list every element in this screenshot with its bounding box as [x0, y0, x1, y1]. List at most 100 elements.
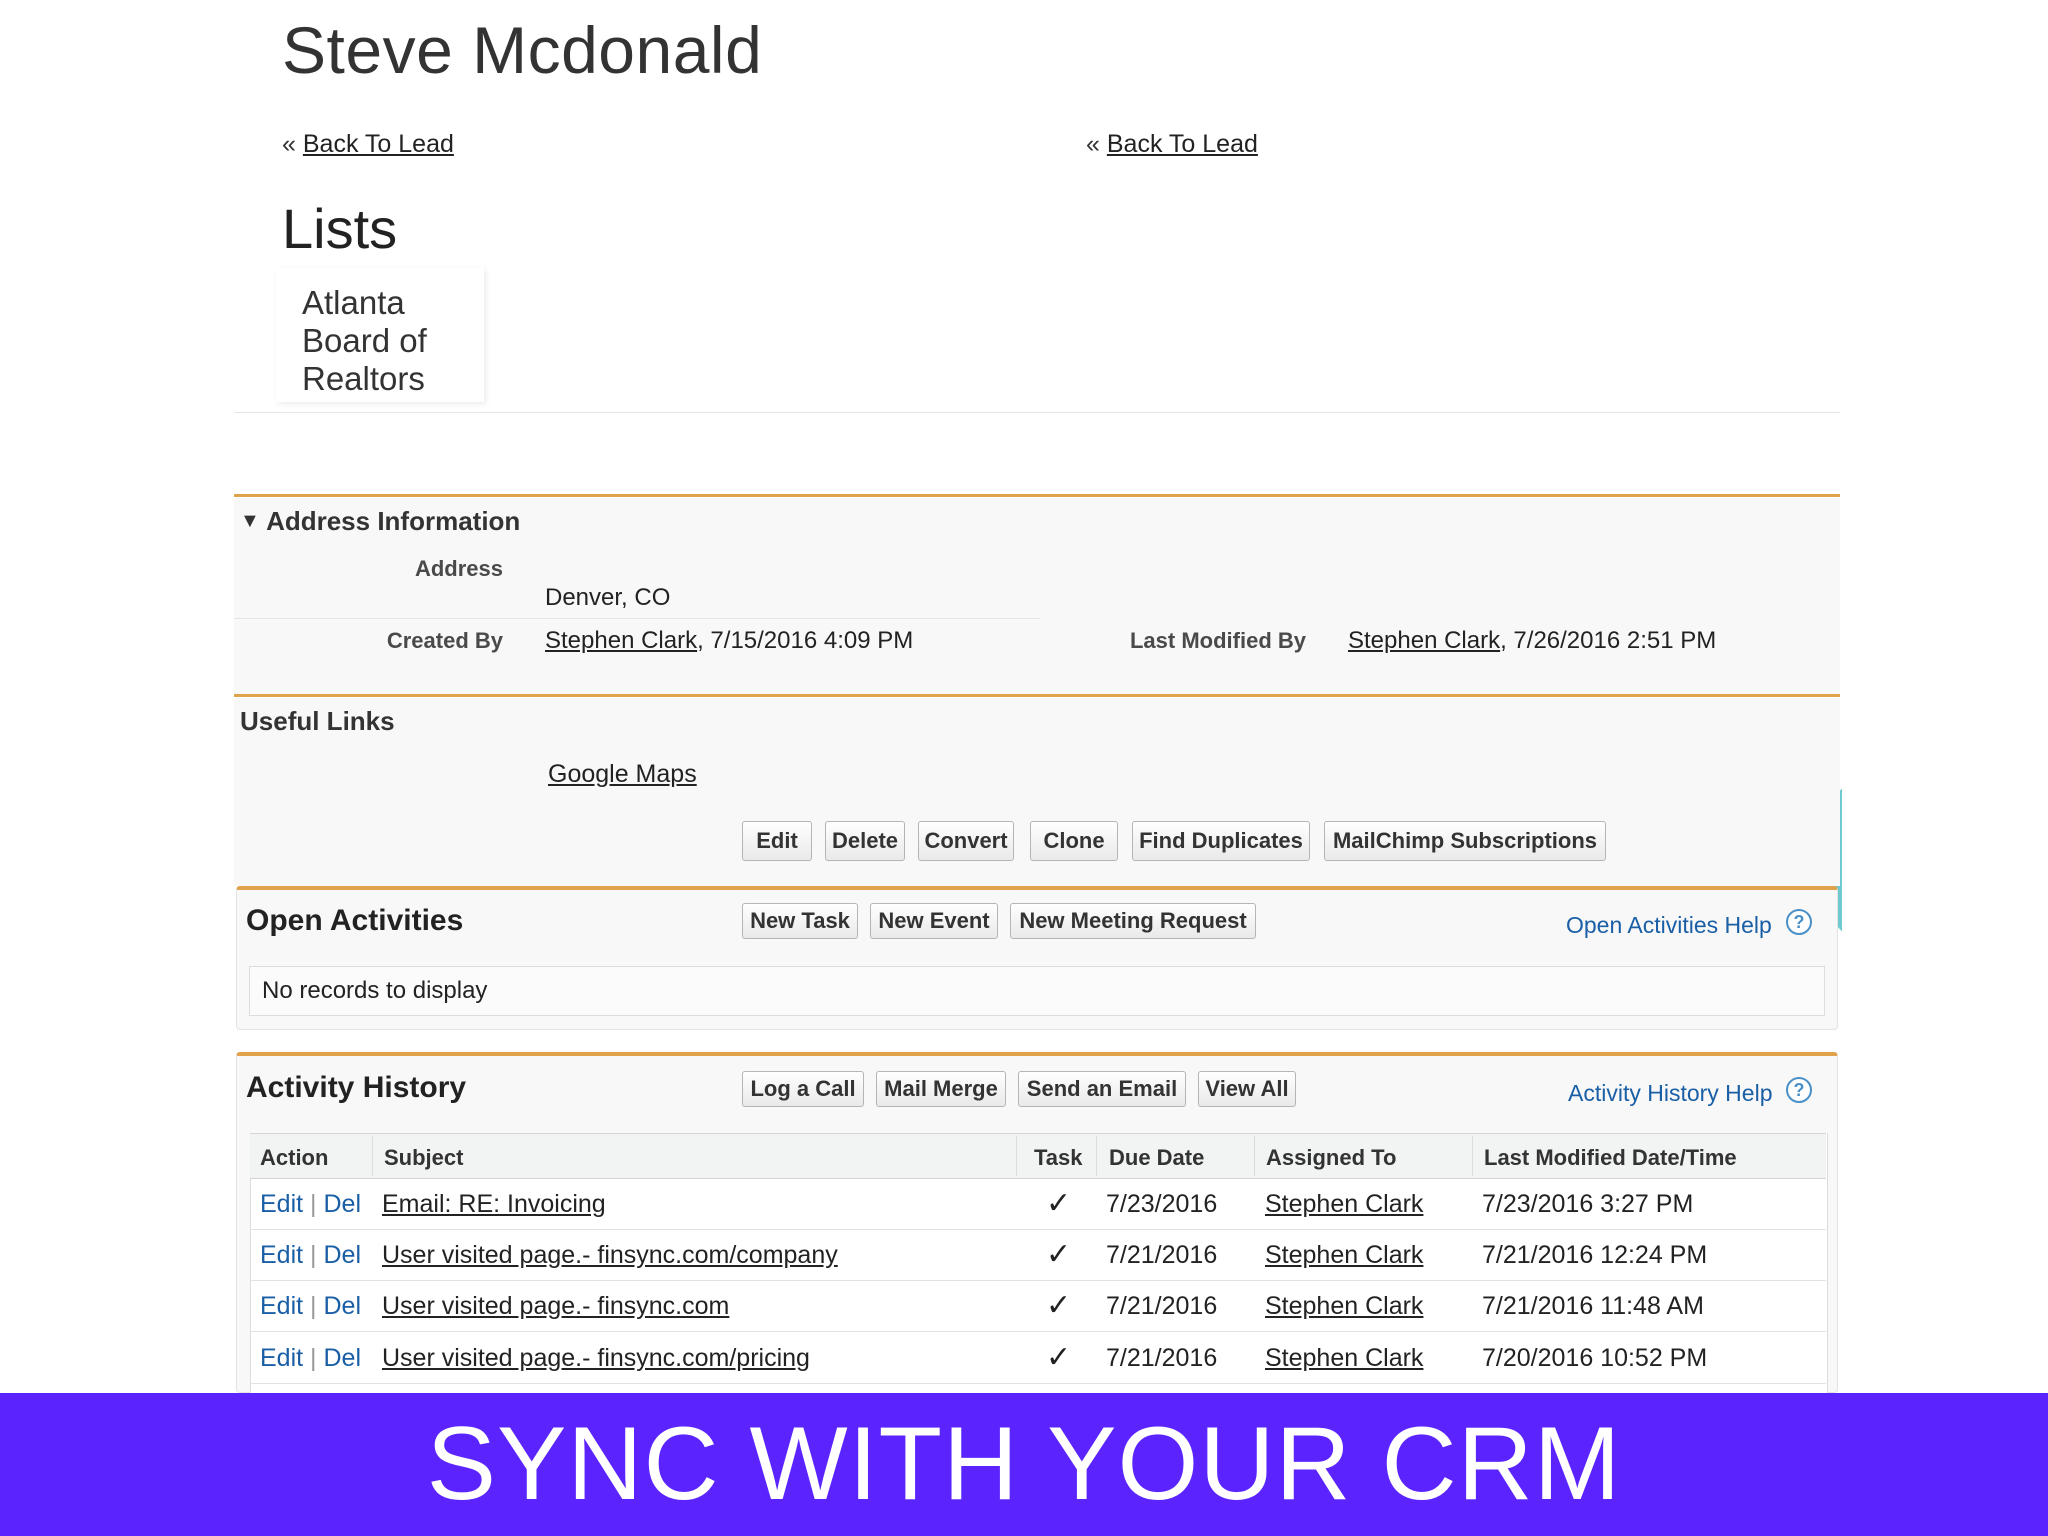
decorative-mask — [1842, 700, 2048, 1000]
column-divider — [1254, 1136, 1255, 1176]
back-to-lead-text[interactable]: Back To Lead — [1107, 130, 1258, 158]
open-activities-help-link[interactable]: Open Activities Help — [1566, 912, 1772, 939]
new-task-button[interactable]: New Task — [742, 903, 858, 939]
assigned-to-link[interactable]: Stephen Clark — [1265, 1292, 1423, 1321]
delete-button[interactable]: Delete — [825, 821, 905, 861]
divider — [234, 618, 1040, 619]
lists-title: Lists — [282, 197, 398, 260]
view-all-button[interactable]: View All — [1198, 1071, 1296, 1107]
due-date: 7/21/2016 — [1106, 1241, 1218, 1269]
task-check-icon: ✓ — [1046, 1289, 1072, 1322]
column-header-task[interactable]: Task — [1034, 1145, 1083, 1171]
row-actions: Edit | Del — [260, 1241, 361, 1270]
new-meeting-request-button[interactable]: New Meeting Request — [1010, 903, 1256, 939]
row-actions: Edit | Del — [260, 1344, 361, 1373]
edit-link[interactable]: Edit — [260, 1292, 303, 1320]
convert-button[interactable]: Convert — [918, 821, 1014, 861]
action-separator: | — [310, 1344, 317, 1372]
last-modified: 7/21/2016 12:24 PM — [1482, 1241, 1708, 1269]
action-separator: | — [310, 1241, 317, 1269]
activity-history-help-link[interactable]: Activity History Help — [1568, 1080, 1772, 1107]
edit-link[interactable]: Edit — [260, 1344, 303, 1372]
assigned-to-link[interactable]: Stephen Clark — [1265, 1190, 1423, 1219]
back-to-lead-link-2[interactable]: « Back To Lead — [1086, 130, 1258, 159]
created-by-user-link[interactable]: Stephen Clark — [545, 627, 697, 654]
column-divider — [1096, 1136, 1097, 1176]
mailchimp-subscriptions-button[interactable]: MailChimp Subscriptions — [1324, 821, 1606, 861]
subject-link[interactable]: Email: RE: Invoicing — [382, 1190, 606, 1219]
edit-link[interactable]: Edit — [260, 1190, 303, 1218]
open-activities-empty-box: No records to display — [249, 966, 1825, 1016]
subject-link[interactable]: User visited page.- finsync.com/company — [382, 1241, 838, 1270]
useful-links-title: Useful Links — [240, 706, 395, 736]
row-divider — [250, 1383, 1826, 1384]
del-link[interactable]: Del — [324, 1241, 362, 1269]
send-an-email-button[interactable]: Send an Email — [1018, 1071, 1186, 1107]
back-prefix: « — [282, 130, 296, 158]
task-check-icon: ✓ — [1046, 1341, 1072, 1374]
new-event-button[interactable]: New Event — [870, 903, 998, 939]
edit-button[interactable]: Edit — [742, 821, 812, 861]
due-date: 7/21/2016 — [1106, 1344, 1218, 1372]
assigned-to-link[interactable]: Stephen Clark — [1265, 1241, 1423, 1270]
help-icon[interactable]: ? — [1786, 909, 1812, 935]
lists-card: Atlanta Board of Realtors — [276, 268, 484, 402]
created-by-date: , 7/15/2016 4:09 PM — [697, 627, 914, 654]
promo-banner: SYNC WITH YOUR CRM — [0, 1393, 2048, 1536]
section-rule — [234, 694, 1840, 697]
created-by-label: Created By — [386, 628, 503, 653]
edit-link[interactable]: Edit — [260, 1241, 303, 1269]
subject-link[interactable]: User visited page.- finsync.com/pricing — [382, 1344, 810, 1373]
row-divider — [250, 1280, 1826, 1281]
address-section-title: Address Information — [266, 506, 521, 536]
back-prefix: « — [1086, 130, 1100, 158]
last-modified: 7/23/2016 3:27 PM — [1482, 1190, 1694, 1218]
column-divider — [1472, 1136, 1473, 1176]
activity-history-title: Activity History — [246, 1071, 467, 1104]
column-divider — [1016, 1136, 1017, 1176]
column-header-assigned-to[interactable]: Assigned To — [1266, 1145, 1396, 1171]
help-icon[interactable]: ? — [1786, 1077, 1812, 1103]
last-modified: 7/20/2016 10:52 PM — [1482, 1344, 1708, 1372]
row-divider — [250, 1229, 1826, 1230]
last-modified-date: , 7/26/2016 2:51 PM — [1500, 627, 1717, 654]
action-separator: | — [310, 1292, 317, 1320]
collapse-triangle-icon[interactable]: ▼ — [240, 510, 260, 532]
row-actions: Edit | Del — [260, 1190, 361, 1219]
back-to-lead-link[interactable]: « Back To Lead — [282, 130, 454, 159]
page-title: Steve Mcdonald — [282, 13, 763, 87]
subject-link[interactable]: User visited page.- finsync.com — [382, 1292, 729, 1321]
address-label: Address — [414, 556, 503, 581]
created-by-value: Stephen Clark, 7/15/2016 4:09 PM — [545, 627, 913, 655]
clone-button[interactable]: Clone — [1030, 821, 1118, 861]
list-item[interactable]: Atlanta Board of Realtors — [302, 284, 472, 398]
due-date: 7/21/2016 — [1106, 1292, 1218, 1320]
column-header-subject[interactable]: Subject — [384, 1145, 463, 1171]
column-header-action[interactable]: Action — [260, 1145, 328, 1171]
log-a-call-button[interactable]: Log a Call — [742, 1071, 864, 1107]
back-to-lead-text[interactable]: Back To Lead — [303, 130, 454, 158]
del-link[interactable]: Del — [324, 1344, 362, 1372]
column-header-last-modified[interactable]: Last Modified Date/Time — [1484, 1145, 1737, 1171]
mail-merge-button[interactable]: Mail Merge — [876, 1071, 1006, 1107]
open-activities-title: Open Activities — [246, 904, 464, 937]
address-value: Denver, CO — [545, 584, 671, 611]
last-modified-user-link[interactable]: Stephen Clark — [1348, 627, 1500, 654]
find-duplicates-button[interactable]: Find Duplicates — [1132, 821, 1310, 861]
address-section-header[interactable]: ▼ Address Information — [240, 506, 520, 537]
last-modified-value: Stephen Clark, 7/26/2016 2:51 PM — [1348, 627, 1716, 655]
google-maps-link[interactable]: Google Maps — [548, 760, 697, 789]
divider — [234, 412, 1840, 413]
del-link[interactable]: Del — [324, 1292, 362, 1320]
del-link[interactable]: Del — [324, 1190, 362, 1218]
assigned-to-link[interactable]: Stephen Clark — [1265, 1344, 1423, 1373]
action-separator: | — [310, 1190, 317, 1218]
last-modified: 7/21/2016 11:48 AM — [1482, 1292, 1704, 1320]
no-records-text: No records to display — [262, 977, 488, 1004]
task-check-icon: ✓ — [1046, 1187, 1072, 1220]
task-check-icon: ✓ — [1046, 1238, 1072, 1271]
section-rule — [234, 494, 1840, 497]
column-header-due-date[interactable]: Due Date — [1109, 1145, 1204, 1171]
row-actions: Edit | Del — [260, 1292, 361, 1321]
due-date: 7/23/2016 — [1106, 1190, 1218, 1218]
